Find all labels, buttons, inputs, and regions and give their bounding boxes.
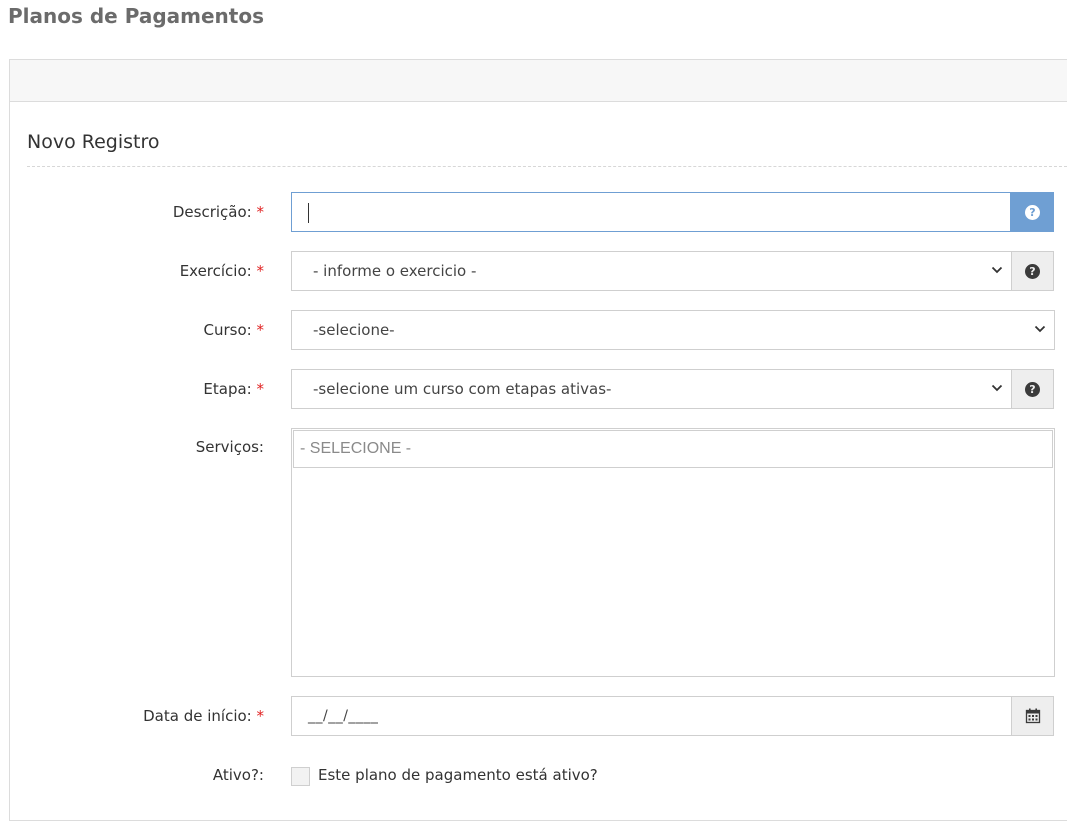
exercicio-select[interactable]: - informe o exercicio - [291,251,1012,291]
etapa-label: Etapa: * [203,380,264,398]
descricao-label-text: Descrição: [172,203,252,221]
data-inicio-label-text: Data de início: [143,707,252,725]
required-mark: * [256,380,265,398]
data-inicio-value: __/__/____ [308,708,379,724]
ativo-checkbox-label[interactable]: Este plano de pagamento está ativo? [318,766,598,784]
question-circle-icon: ? [1025,204,1040,220]
curso-label: Curso: * [204,321,264,339]
etapa-label-text: Etapa: [203,380,252,398]
exercicio-label: Exercício: * [180,262,264,280]
chevron-down-icon [1034,325,1046,333]
etapa-help-button[interactable]: ? [1011,369,1054,409]
required-mark: * [256,321,265,339]
etapa-select[interactable]: -selecione um curso com etapas ativas- [291,369,1012,409]
required-mark: * [256,203,265,221]
form-portlet: Novo Registro Descrição: * ? Exercício: … [9,59,1067,821]
servicos-multiselect[interactable]: - SELECIONE - [291,428,1055,677]
exercicio-help-button[interactable]: ? [1011,251,1054,291]
form-title: Novo Registro [27,131,160,153]
question-circle-icon: ? [1025,381,1040,397]
servicos-label: Serviços: [195,438,264,456]
etapa-selected-value: -selecione um curso com etapas ativas- [313,380,612,398]
curso-selected-value: -selecione- [313,321,395,339]
curso-label-text: Curso: [203,321,252,339]
curso-select[interactable]: -selecione- [291,310,1055,350]
calendar-button[interactable] [1011,696,1054,736]
exercicio-selected-value: - informe o exercicio - [313,262,477,280]
ativo-label: Ativo?: [212,766,264,784]
ativo-checkbox[interactable] [291,767,310,786]
calendar-icon [1025,708,1040,724]
data-inicio-input[interactable]: __/__/____ [291,696,1012,736]
page-title: Planos de Pagamentos [8,4,264,28]
exercicio-label-text: Exercício: [179,262,252,280]
required-mark: * [256,262,265,280]
servicos-search-input[interactable]: - SELECIONE - [293,430,1053,468]
required-mark: * [256,707,265,725]
chevron-down-icon [991,384,1003,392]
form-divider [27,166,1067,167]
descricao-help-button[interactable]: ? [1011,192,1054,232]
chevron-down-icon [991,266,1003,274]
descricao-input[interactable] [291,192,1011,232]
portlet-header [10,60,1067,102]
text-caret [308,203,309,223]
question-circle-icon: ? [1025,263,1040,279]
data-inicio-label: Data de início: * [143,707,264,725]
descricao-label: Descrição: * [173,203,264,221]
